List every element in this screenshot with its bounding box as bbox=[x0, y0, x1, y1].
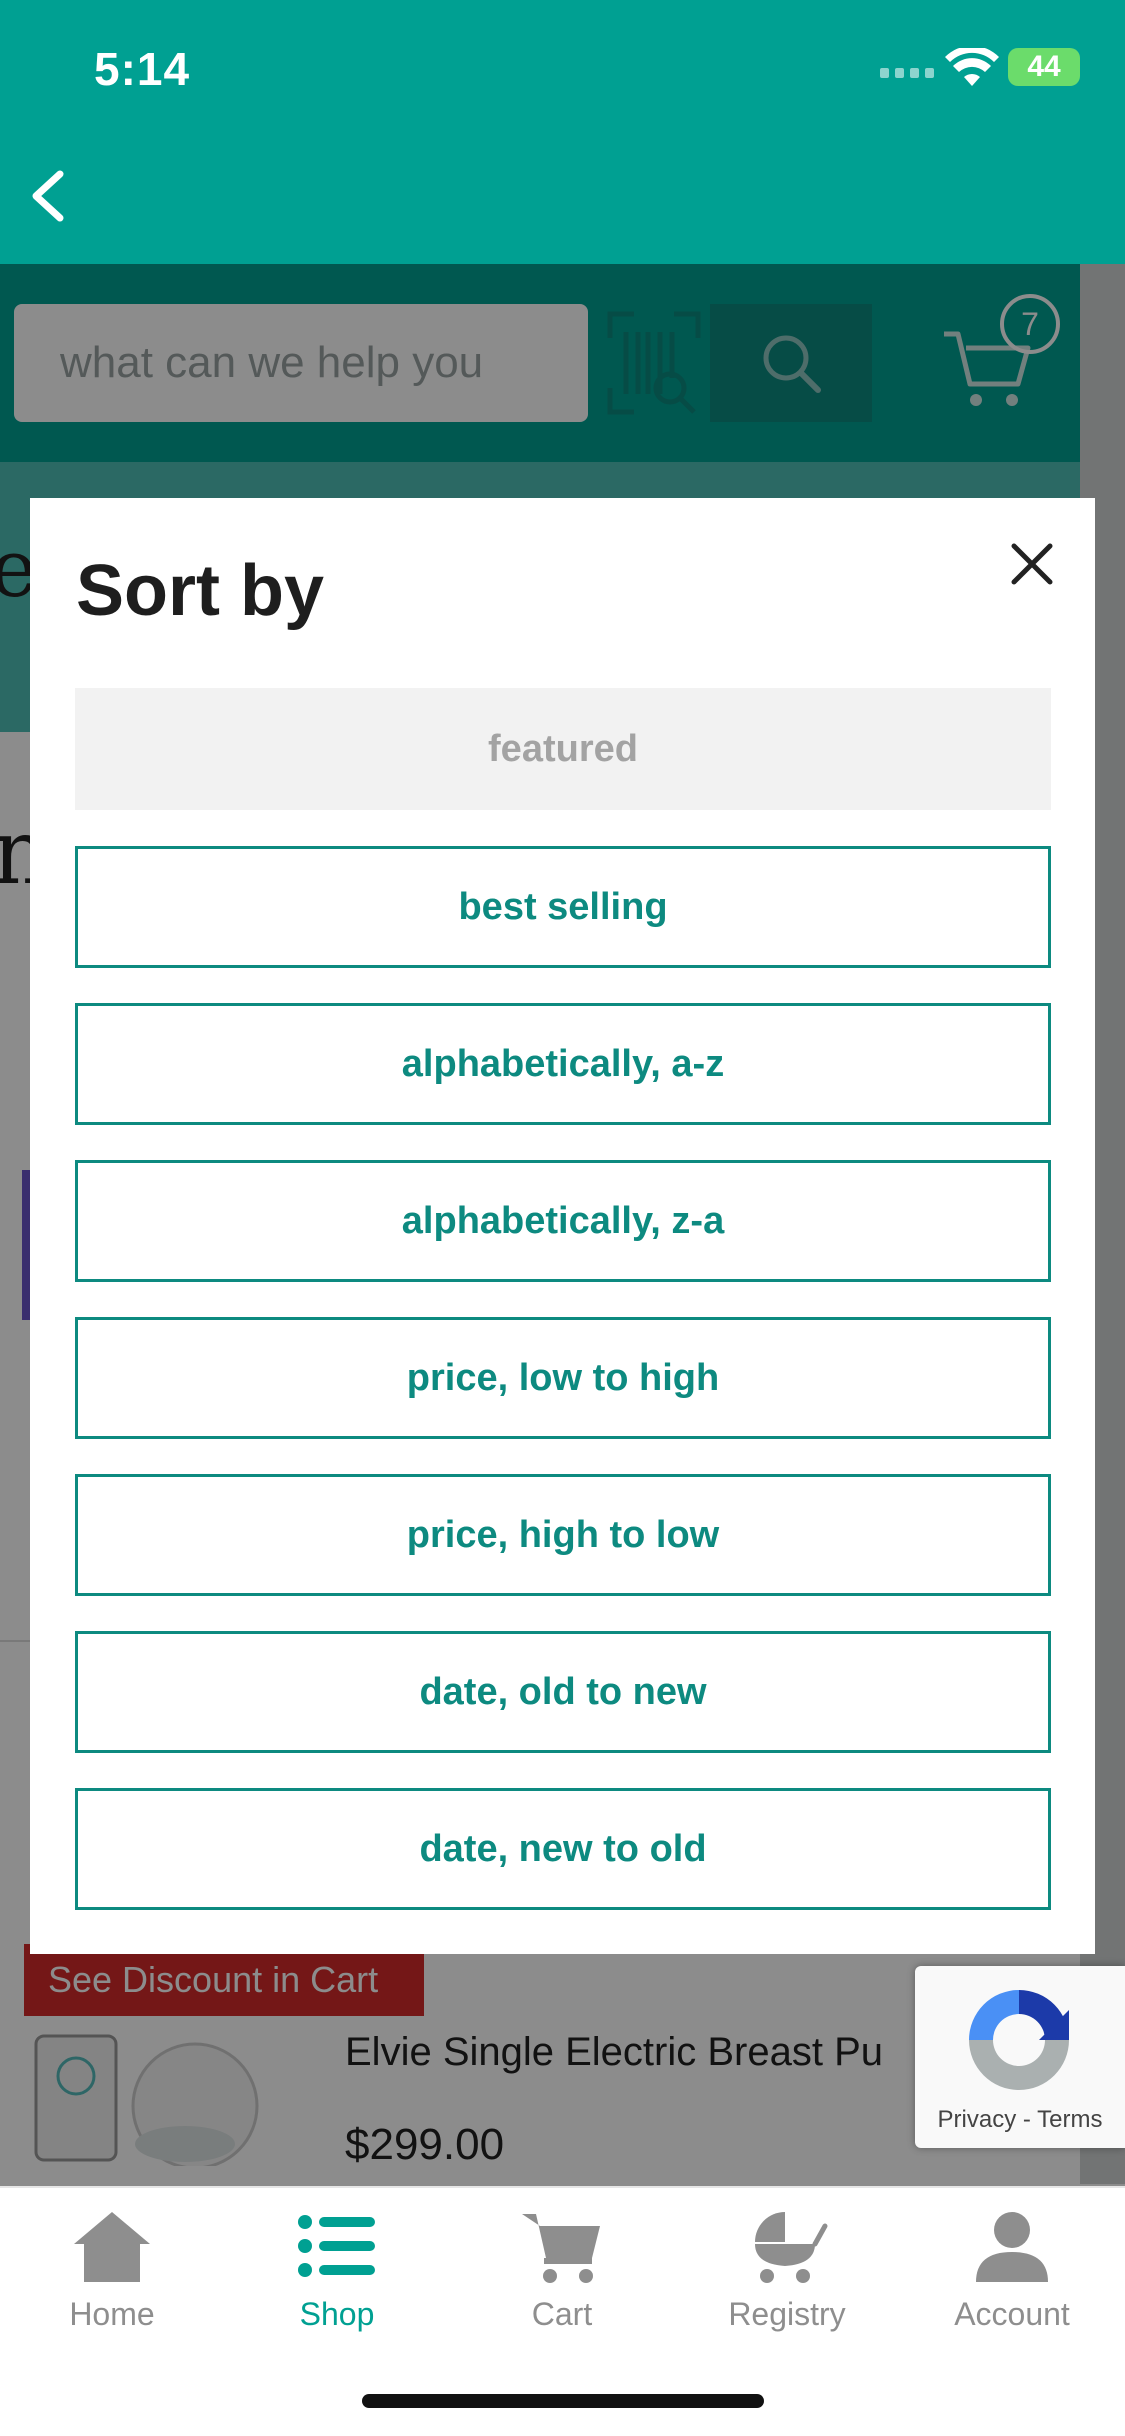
wifi-icon bbox=[945, 48, 999, 86]
sort-option-date-old-new[interactable]: date, old to new bbox=[75, 1631, 1051, 1753]
modal-title: Sort by bbox=[76, 551, 325, 631]
stroller-icon bbox=[755, 2212, 828, 2283]
home-indicator[interactable] bbox=[362, 2394, 764, 2408]
recaptcha-privacy-terms[interactable]: Privacy - Terms bbox=[915, 2106, 1125, 2134]
cart-icon bbox=[522, 2214, 600, 2283]
status-bar: 5:14 44 bbox=[0, 0, 1125, 132]
tab-shop[interactable]: Shop bbox=[237, 2208, 437, 2348]
status-time: 5:14 bbox=[94, 43, 191, 95]
recaptcha-icon bbox=[969, 1990, 1069, 2090]
back-arrow-icon[interactable] bbox=[20, 166, 80, 226]
tab-cart-label: Cart bbox=[531, 2296, 593, 2332]
sort-option-date-new-old[interactable]: date, new to old bbox=[75, 1788, 1051, 1910]
battery-icon: 44 bbox=[1008, 48, 1080, 86]
tab-registry[interactable]: Registry bbox=[687, 2208, 887, 2348]
account-icon bbox=[976, 2212, 1048, 2282]
close-icon[interactable] bbox=[1002, 534, 1062, 594]
tab-account[interactable]: Account bbox=[912, 2208, 1112, 2348]
sort-modal: Sort by featured best selling alphabetic… bbox=[30, 498, 1095, 1954]
nav-bar bbox=[0, 132, 1125, 264]
battery-level: 44 bbox=[1027, 50, 1061, 83]
tab-account-label: Account bbox=[954, 2296, 1070, 2332]
screen: 5:14 44 what can we help you 7 e n See D… bbox=[0, 0, 1125, 2436]
list-icon bbox=[298, 2215, 375, 2277]
tab-home-label: Home bbox=[69, 2296, 155, 2332]
tab-cart[interactable]: Cart bbox=[462, 2208, 662, 2348]
sort-option-best-selling[interactable]: best selling bbox=[75, 846, 1051, 968]
tab-shop-label: Shop bbox=[299, 2296, 375, 2332]
sort-option-alpha-z-a[interactable]: alphabetically, z-a bbox=[75, 1160, 1051, 1282]
tab-home[interactable]: Home bbox=[12, 2208, 212, 2348]
tab-registry-label: Registry bbox=[728, 2296, 846, 2332]
home-icon bbox=[74, 2212, 150, 2282]
sort-option-featured[interactable]: featured bbox=[75, 688, 1051, 810]
recaptcha-badge[interactable]: Privacy - Terms bbox=[915, 1966, 1125, 2148]
sort-option-price-low-high[interactable]: price, low to high bbox=[75, 1317, 1051, 1439]
sort-option-alpha-a-z[interactable]: alphabetically, a-z bbox=[75, 1003, 1051, 1125]
sort-option-price-high-low[interactable]: price, high to low bbox=[75, 1474, 1051, 1596]
cell-signal-icon bbox=[880, 68, 934, 78]
